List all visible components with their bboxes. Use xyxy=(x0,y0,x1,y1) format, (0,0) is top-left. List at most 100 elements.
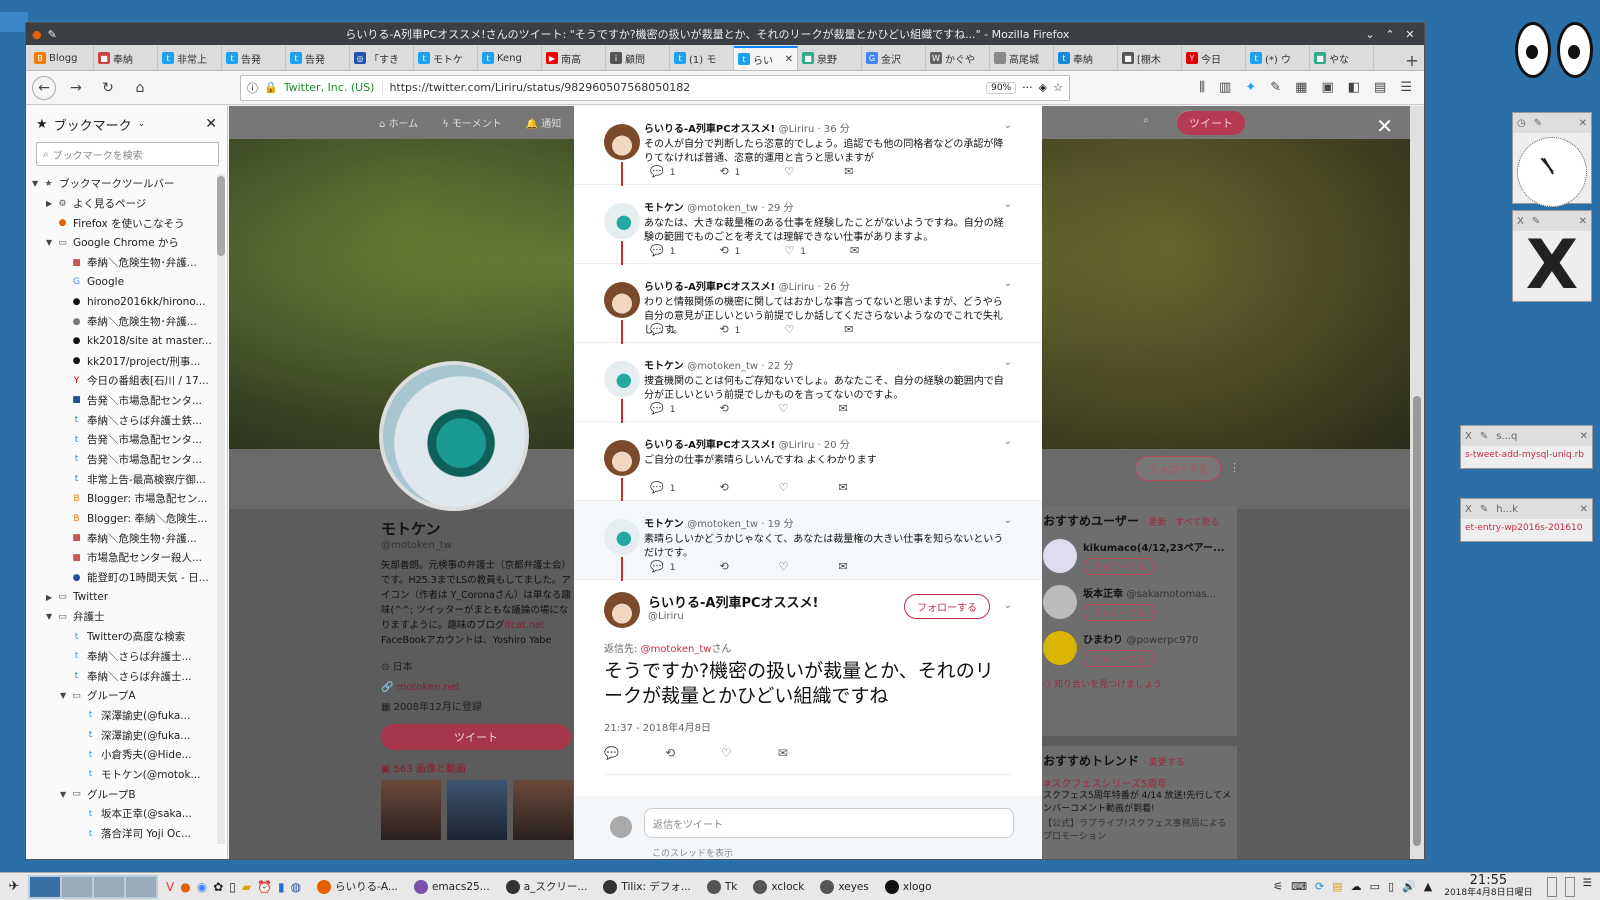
script-label[interactable]: et-entry-wp2016s-201610 xyxy=(1461,519,1592,537)
bookmark-item[interactable]: ● hirono2016kk/hirono... xyxy=(26,292,215,312)
reply-icon[interactable]: 💬 1 xyxy=(650,560,675,573)
message-icon[interactable]: ✉ xyxy=(839,402,848,415)
bookmark-item[interactable]: ● 奉納＼危険生物･弁護... xyxy=(26,312,215,332)
minimize-icon[interactable]: ⌄ xyxy=(1362,28,1378,41)
task-button[interactable]: xlogo xyxy=(877,879,940,894)
tab-6[interactable]: t モトケ xyxy=(414,46,478,70)
bookmark-item[interactable]: ▼ ▭ Google Chrome から xyxy=(26,233,215,253)
user-name[interactable]: kikumaco(4/12,23ペアー... xyxy=(1083,539,1224,554)
reply-icon[interactable]: 💬 1 xyxy=(650,402,675,415)
bio-link[interactable]: ltcat.net xyxy=(505,620,545,631)
folder-icon[interactable]: ▰ xyxy=(242,880,251,894)
extension-icon[interactable]: ◧ xyxy=(1348,80,1360,95)
reply-icon[interactable]: 💬 1 xyxy=(650,323,675,336)
zoom-level[interactable]: 90% xyxy=(986,81,1017,94)
tab-5[interactable]: ◎ 「すき xyxy=(350,46,414,70)
tab-11[interactable]: t らい ✕ xyxy=(734,46,798,70)
twisty-icon[interactable]: ▼ xyxy=(46,238,56,247)
bookmark-item[interactable]: t 奉納＼さらば弁護士... xyxy=(26,647,215,667)
close-icon[interactable]: ✕ xyxy=(1580,431,1588,442)
search-icon[interactable]: ⌕ xyxy=(1143,115,1149,126)
grid-icon[interactable]: ▦ xyxy=(1295,80,1307,95)
edit-icon[interactable]: ✎ xyxy=(1270,80,1281,95)
bookmark-item[interactable]: t 深澤諭史(@fuka... xyxy=(26,706,215,726)
retweet-icon[interactable]: ⟲ xyxy=(665,746,675,760)
file-icon[interactable]: ▯ xyxy=(229,880,236,894)
tab-3[interactable]: t 告発 xyxy=(222,46,286,70)
message-icon[interactable]: ✉ xyxy=(778,746,788,760)
task-button[interactable]: Tilix: デフォ... xyxy=(595,879,698,894)
reload-button[interactable]: ↻ xyxy=(96,76,120,100)
bookmark-item[interactable]: ▼ ▭ グループB xyxy=(26,784,215,804)
bookmark-item[interactable]: ■ 告発＼市場急配センタ... xyxy=(26,391,215,411)
bookmark-item[interactable]: ● Firefox を使いこなそう xyxy=(26,213,215,233)
volume-icon[interactable]: 🔊 xyxy=(1402,880,1416,893)
menu-icon[interactable]: ☰ xyxy=(1583,877,1592,897)
tab-20[interactable]: ■ やな xyxy=(1310,46,1374,70)
bookmark-item[interactable]: ▶ ⚙ よく見るページ xyxy=(26,194,215,214)
workspace-pager[interactable] xyxy=(28,874,158,899)
bookmark-item[interactable]: t モトケン(@motok... xyxy=(26,765,215,785)
user-name[interactable]: 坂本正幸 @sakamotomas... xyxy=(1083,585,1216,600)
task-button[interactable]: a_スクリー... xyxy=(498,879,596,894)
library-icon[interactable]: ⫼ xyxy=(1199,80,1205,95)
media-thumb[interactable] xyxy=(447,780,507,840)
reply-icon[interactable]: 💬 1 xyxy=(650,481,675,494)
bookmark-search-input[interactable]: ⌕ ブックマークを検索 xyxy=(36,142,219,166)
user-name[interactable]: ひまわり @powerpc970 xyxy=(1083,631,1198,646)
browser-icon[interactable]: ◍ xyxy=(291,880,301,894)
twisty-icon[interactable]: ▼ xyxy=(46,612,56,621)
twisty-icon[interactable]: ▼ xyxy=(60,691,70,700)
recommend-links[interactable]: · 更新 · すべて見る xyxy=(1143,518,1219,528)
tab-14[interactable]: W かぐや xyxy=(926,46,990,70)
back-button[interactable]: ← xyxy=(32,75,56,100)
reply-icon[interactable]: 💬 1 xyxy=(650,244,675,257)
chevron-down-icon[interactable]: ⌄ xyxy=(138,119,146,129)
reply-avatar[interactable] xyxy=(604,124,640,160)
chevron-down-icon[interactable]: ⌄ xyxy=(1004,515,1012,526)
bookmark-item[interactable]: ● kk2018/site at master... xyxy=(26,332,215,352)
reply-to-link[interactable]: @motoken_tw xyxy=(641,644,712,655)
media-thumb[interactable] xyxy=(513,780,573,840)
message-icon[interactable]: ✉ xyxy=(844,323,853,336)
profile-site-link[interactable]: motoken.net xyxy=(397,682,460,693)
bookmark-item[interactable]: ● kk2017/project/刑事... xyxy=(26,351,215,371)
page-actions-icon[interactable]: ··· xyxy=(1022,81,1033,94)
like-icon[interactable]: ♡ xyxy=(779,560,795,573)
close-window-icon[interactable]: ✕ xyxy=(1402,28,1418,41)
tab-8[interactable]: ▶ 南高 xyxy=(542,46,606,70)
trend-item[interactable]: #スクフェスシリーズ5周年 xyxy=(1043,775,1231,790)
bookmark-item[interactable]: ▼ ▭ 弁護士 xyxy=(26,607,215,627)
follow-user-button[interactable]: フォローする xyxy=(1083,650,1156,667)
show-desktop-button[interactable] xyxy=(1546,876,1557,897)
user-avatar[interactable] xyxy=(1043,539,1077,573)
reply-author[interactable]: らいりる-A列車PCオススメ! xyxy=(644,124,775,135)
reply-tweet[interactable]: らいりる-A列車PCオススメ! @Liriru · 26 分わりと情報関係の機密… xyxy=(574,264,1042,344)
new-tab-icon[interactable]: + xyxy=(1400,51,1424,70)
chevron-down-icon[interactable]: ⌄ xyxy=(1004,357,1012,368)
like-icon[interactable]: ♡ xyxy=(784,165,800,178)
menu-icon[interactable]: ☰ xyxy=(1400,80,1412,95)
message-icon[interactable]: ✉ xyxy=(839,560,848,573)
bookmark-item[interactable]: ● 能登町の1時間天気 - 日... xyxy=(26,568,215,588)
chevron-down-icon[interactable]: ⌄ xyxy=(1004,436,1012,447)
reply-tweet[interactable]: モトケン @motoken_tw · 22 分捜査機関のことは何もご存知ないでし… xyxy=(574,343,1042,423)
bookmark-item[interactable]: t 小倉秀夫(@Hide... xyxy=(26,745,215,765)
reply-icon[interactable]: 💬 xyxy=(604,746,619,760)
task-button[interactable]: らいりる-A... xyxy=(309,879,406,894)
media-link[interactable]: ▣ 563 画像と動画 xyxy=(381,760,466,775)
display-icon[interactable]: ▭ xyxy=(1370,880,1380,893)
tab-1[interactable]: ■ 奉納 xyxy=(94,46,158,70)
follow-user-button[interactable]: フォローする xyxy=(1083,604,1156,621)
nav-notifications[interactable]: 🔔 通知 xyxy=(526,115,562,130)
bookmark-item[interactable]: t 落合洋司 Yoji Oc... xyxy=(26,824,215,844)
chevron-down-icon[interactable]: ⌄ xyxy=(1004,278,1012,289)
info-icon[interactable]: ⓘ xyxy=(247,80,258,96)
notes-icon[interactable]: ▤ xyxy=(1332,880,1342,893)
task-button[interactable]: xclock xyxy=(745,879,812,894)
tab-0[interactable]: B Blogg xyxy=(30,46,94,70)
pin-icon[interactable]: ✎ xyxy=(1532,216,1540,227)
retweet-icon[interactable]: ⟲ xyxy=(719,402,734,415)
maximize-icon[interactable]: ⌃ xyxy=(1382,28,1398,41)
follow-user-button[interactable]: フォローする xyxy=(1083,558,1156,575)
